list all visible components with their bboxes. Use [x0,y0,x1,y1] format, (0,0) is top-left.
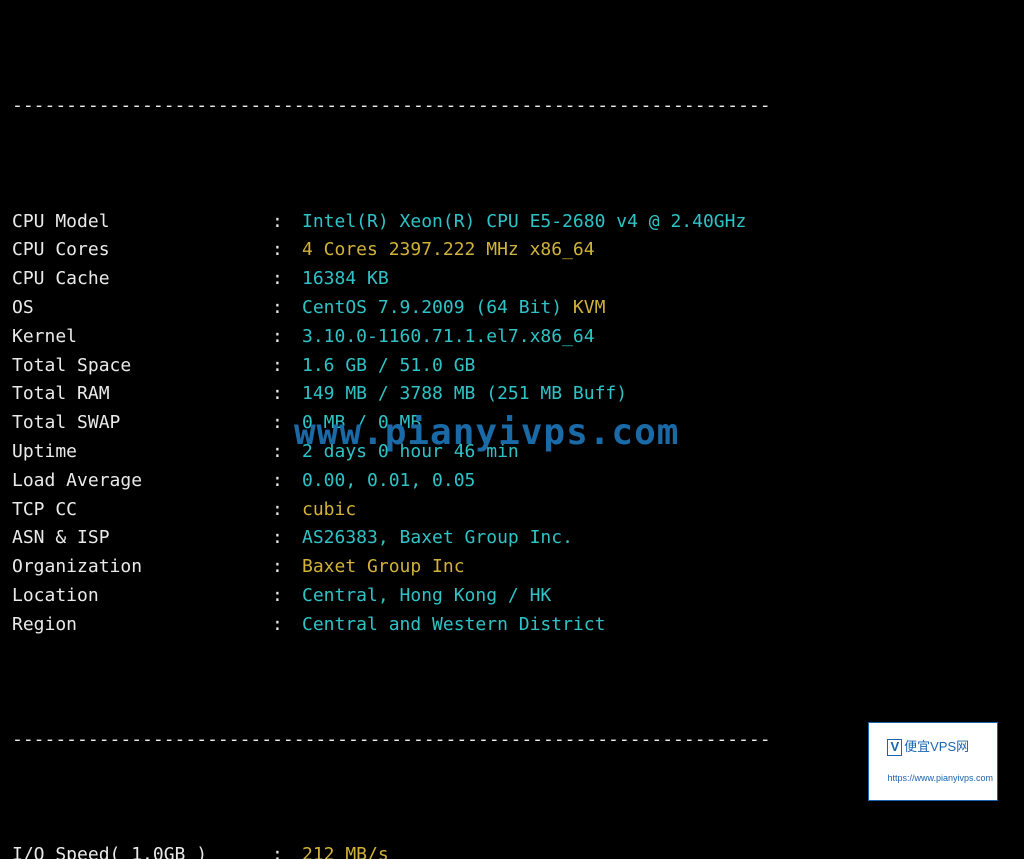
colon: : [272,208,302,237]
info-row: Organization: Baxet Group Inc [12,553,1012,582]
info-row: Total RAM: 149 MB / 3788 MB (251 MB Buff… [12,380,1012,409]
info-value: 0 MB / 0 MB [302,409,1012,438]
info-value: Baxet Group Inc [302,553,1012,582]
io-row: I/O Speed( 1.0GB ): 212 MB/s [12,841,1012,859]
info-value: 0.00, 0.01, 0.05 [302,467,1012,496]
info-label: Total RAM [12,380,272,409]
colon: : [272,438,302,467]
info-value: Intel(R) Xeon(R) CPU E5-2680 v4 @ 2.40GH… [302,208,1012,237]
info-label: Uptime [12,438,272,467]
colon: : [272,611,302,640]
info-value: 149 MB / 3788 MB (251 MB Buff) [302,380,1012,409]
terminal-output: ----------------------------------------… [0,0,1024,859]
colon: : [272,380,302,409]
info-label: Organization [12,553,272,582]
info-row: CPU Cache: 16384 KB [12,265,1012,294]
info-label: CPU Cores [12,236,272,265]
info-row: Location: Central, Hong Kong / HK [12,582,1012,611]
info-label: Region [12,611,272,640]
colon: : [272,467,302,496]
info-value: 4 Cores 2397.222 MHz x86_64 [302,236,1012,265]
info-row: OS: CentOS 7.9.2009 (64 Bit) KVM [12,294,1012,323]
colon: : [272,553,302,582]
info-row: Load Average: 0.00, 0.01, 0.05 [12,467,1012,496]
colon: : [272,524,302,553]
io-value: 212 MB/s [302,841,1012,859]
info-row: Total Space: 1.6 GB / 51.0 GB [12,352,1012,381]
colon: : [272,265,302,294]
info-row: CPU Cores: 4 Cores 2397.222 MHz x86_64 [12,236,1012,265]
info-value: 16384 KB [302,265,1012,294]
io-speed-block: I/O Speed( 1.0GB ): 212 MB/sI/O Speed( 1… [12,841,1012,859]
colon: : [272,294,302,323]
info-value: cubic [302,496,1012,525]
info-value: 2 days 0 hour 46 min [302,438,1012,467]
info-value: CentOS 7.9.2009 (64 Bit) KVM [302,294,1012,323]
colon: : [272,236,302,265]
system-info-block: CPU Model: Intel(R) Xeon(R) CPU E5-2680 … [12,208,1012,640]
info-row: Kernel: 3.10.0-1160.71.1.el7.x86_64 [12,323,1012,352]
colon: : [272,496,302,525]
info-value: Central and Western District [302,611,1012,640]
info-label: Total SWAP [12,409,272,438]
info-label: Kernel [12,323,272,352]
info-row: TCP CC: cubic [12,496,1012,525]
info-value: AS26383, Baxet Group Inc. [302,524,1012,553]
info-label: TCP CC [12,496,272,525]
info-label: Location [12,582,272,611]
separator: ----------------------------------------… [12,92,1012,121]
info-label: ASN & ISP [12,524,272,553]
info-row: Uptime: 2 days 0 hour 46 min [12,438,1012,467]
info-label: CPU Cache [12,265,272,294]
info-row: CPU Model: Intel(R) Xeon(R) CPU E5-2680 … [12,208,1012,237]
colon: : [272,841,302,859]
badge-url: https://www.pianyivps.com [887,773,993,783]
colon: : [272,582,302,611]
info-label: Load Average [12,467,272,496]
info-row: Total SWAP: 0 MB / 0 MB [12,409,1012,438]
info-value: Central, Hong Kong / HK [302,582,1012,611]
colon: : [272,352,302,381]
info-row: Region: Central and Western District [12,611,1012,640]
info-label: CPU Model [12,208,272,237]
info-row: ASN & ISP: AS26383, Baxet Group Inc. [12,524,1012,553]
separator: ----------------------------------------… [12,726,1012,755]
info-label: Total Space [12,352,272,381]
info-value: 3.10.0-1160.71.1.el7.x86_64 [302,323,1012,352]
colon: : [272,409,302,438]
colon: : [272,323,302,352]
info-label: OS [12,294,272,323]
io-label: I/O Speed( 1.0GB ) [12,841,272,859]
info-value: 1.6 GB / 51.0 GB [302,352,1012,381]
